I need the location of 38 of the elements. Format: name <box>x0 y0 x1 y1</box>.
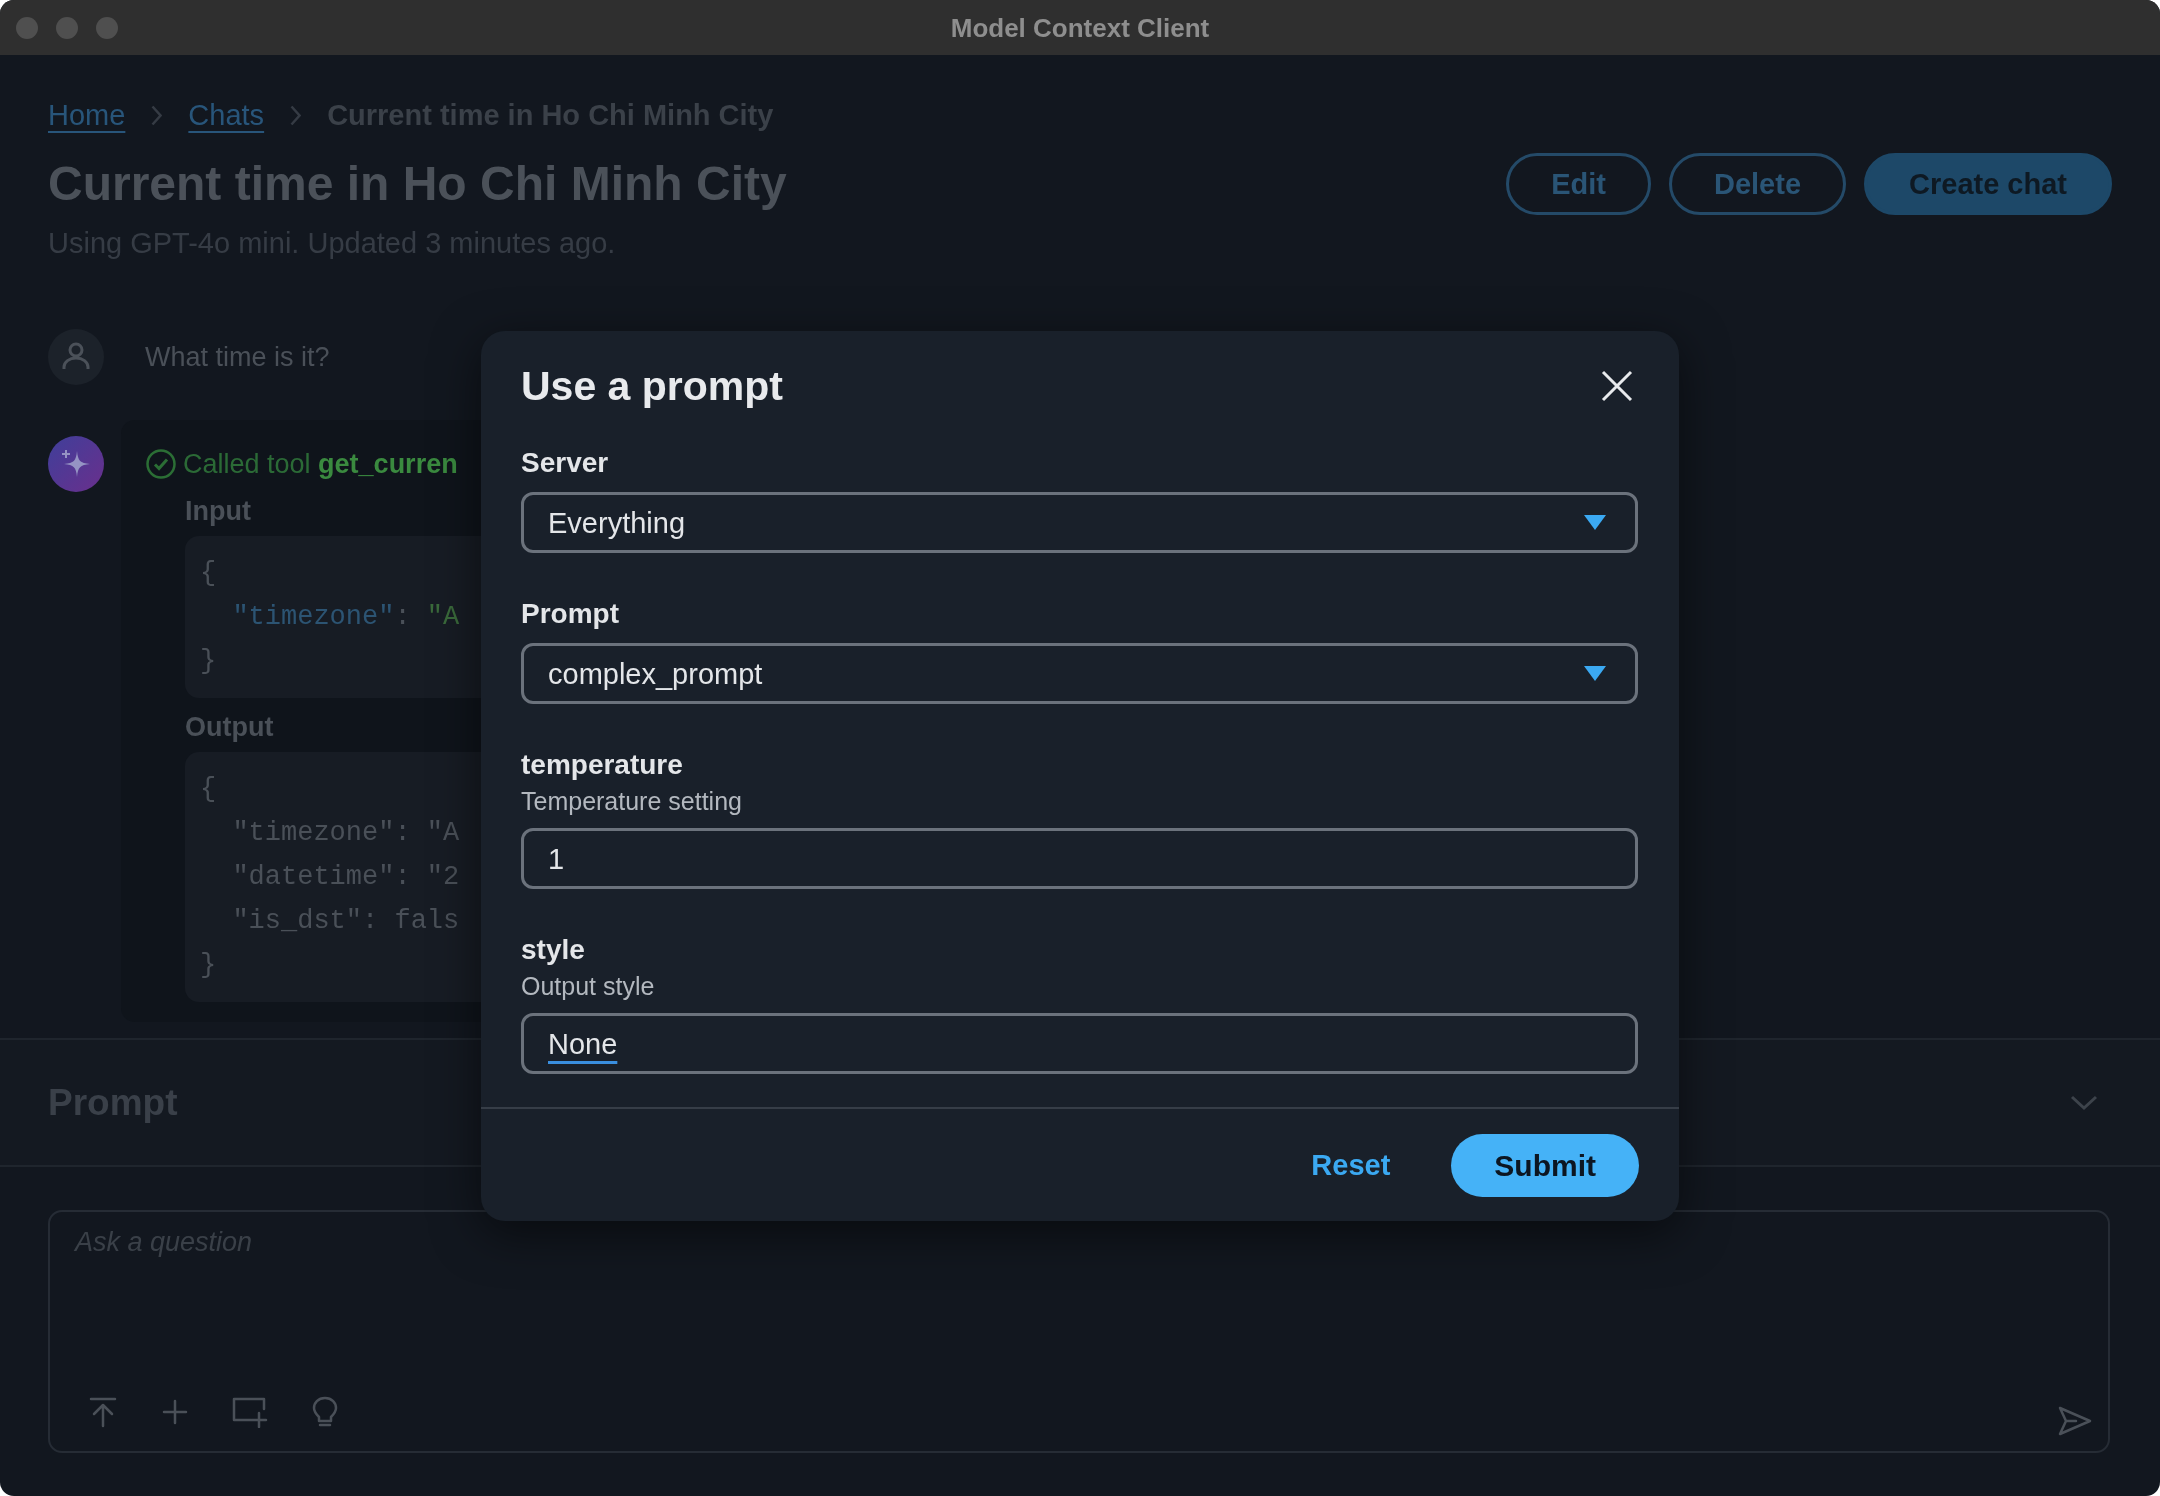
dialog-title: Use a prompt <box>521 362 783 410</box>
text-field[interactable]: 1 <box>521 828 1638 889</box>
close-window-button[interactable] <box>16 16 38 39</box>
field-label: style <box>521 933 585 967</box>
chevron-right-icon <box>151 104 163 126</box>
screen-plus-icon[interactable] <box>231 1396 269 1428</box>
minimize-window-button[interactable] <box>56 16 78 39</box>
upload-icon[interactable] <box>87 1396 119 1428</box>
sparkle-avatar-icon <box>48 436 104 492</box>
tool-call-status: Called tool get_curren <box>183 448 458 481</box>
close-icon[interactable] <box>1601 370 1633 402</box>
message-text: What time is it? <box>145 341 330 374</box>
chevron-right-icon <box>290 104 302 126</box>
code-line: "timezone": "A <box>231 601 460 634</box>
code-line: { <box>200 773 217 806</box>
section-label: Output <box>185 711 274 744</box>
select-field[interactable]: complex_prompt <box>521 643 1638 704</box>
chevron-down-icon[interactable] <box>2070 1094 2098 1111</box>
send-icon[interactable] <box>2057 1405 2093 1437</box>
select-field[interactable]: Everything <box>521 492 1638 553</box>
user-avatar-icon <box>48 329 104 385</box>
caret-icon <box>1584 515 1606 530</box>
page-title: Current time in Ho Chi Minh City <box>48 156 787 212</box>
code-line: { <box>200 557 217 590</box>
text-field[interactable]: None <box>521 1013 1638 1074</box>
submit-button[interactable]: Submit <box>1451 1134 1639 1197</box>
section-label: Input <box>185 495 251 528</box>
field-hint: Output style <box>521 971 655 1002</box>
zoom-window-button[interactable] <box>96 16 118 39</box>
reset-button[interactable]: Reset <box>1295 1134 1407 1197</box>
field-label: temperature <box>521 748 683 782</box>
field-hint: Temperature setting <box>521 786 742 817</box>
caret-icon <box>1584 666 1606 681</box>
window-title: Model Context Client <box>950 11 1210 44</box>
code-line: } <box>200 949 217 982</box>
field-label: Prompt <box>521 597 619 631</box>
field-label: Server <box>521 446 609 480</box>
code-line: } <box>200 645 217 678</box>
